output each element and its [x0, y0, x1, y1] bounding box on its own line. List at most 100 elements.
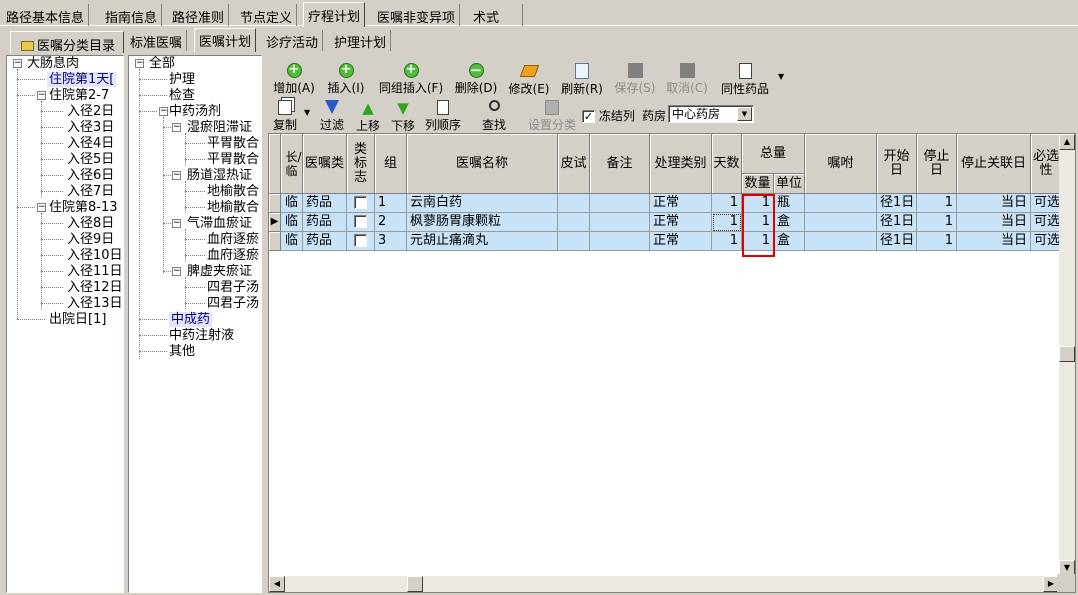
tree-node-prescription[interactable]: 四君子汤 [207, 296, 259, 312]
column-header-order-type[interactable]: 医嘱类 [303, 134, 347, 194]
checkbox[interactable] [354, 196, 367, 209]
checkbox[interactable]: ✓ [582, 110, 595, 123]
column-header-required[interactable]: 必选性 [1031, 134, 1061, 194]
delete-button[interactable]: − 删除(D) [453, 63, 499, 96]
tree-node-nursing[interactable]: 护理 [169, 72, 195, 88]
column-header-class-flag[interactable]: 类标志 [347, 134, 375, 194]
cell-order-name[interactable]: 元胡止痛滴丸 [407, 232, 558, 251]
tree-node-syndrome[interactable]: 气滞血瘀证 [187, 216, 252, 232]
tab-standard-orders[interactable]: 标准医嘱 [126, 30, 188, 51]
tree-node-group2[interactable]: 住院第8-13 [49, 200, 118, 216]
tree-node-other[interactable]: 其他 [169, 344, 195, 360]
tree-node-day[interactable]: 入径11日 [67, 264, 123, 280]
cell-required[interactable]: 可选 [1031, 194, 1061, 213]
column-header-group[interactable]: 组 [375, 134, 407, 194]
vertical-scrollbar[interactable]: ▲ ▼ [1059, 134, 1075, 576]
column-header-process-type[interactable]: 处理类别 [650, 134, 712, 194]
cell-unit[interactable]: 盒 [774, 213, 805, 232]
tab-path-basic-info[interactable]: 路径基本信息 [2, 4, 90, 26]
save-button[interactable]: 保存(S) [612, 63, 658, 96]
collapse-icon[interactable]: − [172, 267, 181, 276]
cell-stop-day[interactable]: 1 [917, 213, 957, 232]
cell-order-type[interactable]: 药品 [303, 232, 347, 251]
tree-node-day[interactable]: 入径10日 [67, 248, 123, 264]
column-header-total[interactable]: 总量 [742, 134, 805, 174]
tree-node-day[interactable]: 入径2日 [67, 104, 114, 120]
cell-qty[interactable]: 1 [742, 194, 774, 213]
cell-process-type[interactable]: 正常 [650, 194, 712, 213]
collapse-icon[interactable]: − [172, 219, 181, 228]
freeze-columns-checkbox[interactable]: ✓ 冻结列 [582, 107, 635, 124]
tree-node-discharge[interactable]: 出院日[1] [49, 312, 106, 328]
dropdown-arrow-icon[interactable]: ▼ [304, 108, 310, 117]
tree-node-day[interactable]: 入径5日 [67, 152, 114, 168]
cell-remark[interactable] [590, 213, 650, 232]
column-header-remark[interactable]: 备注 [590, 134, 650, 194]
column-header-unit[interactable]: 单位 [774, 174, 805, 194]
horizontal-scrollbar[interactable]: ◀ ▶ [269, 576, 1059, 592]
cell-skin-test[interactable] [558, 194, 590, 213]
cell-stop-link-day[interactable]: 当日 [957, 213, 1031, 232]
tab-clinical-activities[interactable]: 诊疗活动 [262, 30, 324, 51]
tree-node-prescription[interactable]: 地榆散合 [207, 184, 259, 200]
move-down-button[interactable]: ▼ 下移 [389, 100, 417, 134]
cell-start-day[interactable]: 径1日 [877, 232, 917, 251]
row-indicator[interactable] [269, 194, 281, 213]
cancel-button[interactable]: 取消(C) [664, 63, 710, 96]
tree-node-day[interactable]: 入径12日 [67, 280, 123, 296]
tree-node-patent-medicine[interactable]: 中成药 [169, 312, 213, 328]
cell-process-type[interactable]: 正常 [650, 213, 712, 232]
add-button[interactable]: + 增加(A) [272, 63, 316, 96]
modify-button[interactable]: 修改(E) [506, 63, 552, 97]
collapse-icon[interactable]: − [159, 107, 168, 116]
scroll-up-icon[interactable]: ▲ [1059, 134, 1075, 150]
cell-group[interactable]: 1 [375, 194, 407, 213]
cell-unit[interactable]: 盒 [774, 232, 805, 251]
chevron-down-icon[interactable]: ▼ [737, 107, 752, 121]
cell-order-type[interactable]: 药品 [303, 194, 347, 213]
column-header-stop-link-day[interactable]: 停止关联日 [957, 134, 1031, 194]
tree-node-day[interactable]: 入径4日 [67, 136, 114, 152]
cell-stop-day[interactable]: 1 [917, 194, 957, 213]
cell-instruction[interactable] [805, 213, 877, 232]
tab-order-non-variant[interactable]: 医嘱非变异项 [373, 4, 461, 26]
tree-node-prescription[interactable]: 平胃散合 [207, 136, 259, 152]
refresh-button[interactable]: 刷新(R) [560, 63, 604, 97]
cell-required[interactable]: 可选 [1031, 232, 1061, 251]
tab-treatment-plan[interactable]: 疗程计划 [303, 2, 366, 27]
tab-path-criteria[interactable]: 路径准则 [168, 4, 230, 26]
current-row-indicator-icon[interactable]: ▶ [269, 213, 281, 232]
cell-unit[interactable]: 瓶 [774, 194, 805, 213]
insert-button[interactable]: + 插入(I) [323, 63, 369, 96]
tree-node-syndrome[interactable]: 脾虚夹瘀证 [187, 264, 252, 280]
pharmacy-select[interactable]: 中心药房 ▼ [668, 105, 754, 123]
cell-group[interactable]: 3 [375, 232, 407, 251]
cell-days[interactable]: 1 [712, 213, 742, 232]
cell-order-type[interactable]: 药品 [303, 213, 347, 232]
column-order-button[interactable]: 列顺序 [424, 100, 462, 133]
cell-start-day[interactable]: 径1日 [877, 194, 917, 213]
column-header-days[interactable]: 天数 [712, 134, 742, 194]
cell-required[interactable]: 可选 [1031, 213, 1061, 232]
cell-qty[interactable]: 1 [742, 232, 774, 251]
column-header-long-temp[interactable]: 长/临 [281, 134, 303, 194]
tree-node-syndrome[interactable]: 湿瘀阻滞证 [187, 120, 252, 136]
tree-node-prescription[interactable]: 平胃散合 [207, 152, 259, 168]
tree-node-day1[interactable]: 住院第1天[ [47, 72, 117, 88]
tree-node-day[interactable]: 入径8日 [67, 216, 114, 232]
column-header-instruction[interactable]: 嘱咐 [805, 134, 877, 194]
cell-long-temp[interactable]: 临 [281, 213, 303, 232]
cell-class-flag[interactable] [347, 213, 375, 232]
vertical-scroll-thumb[interactable] [1059, 346, 1075, 362]
tree-node-prescription[interactable]: 四君子汤 [207, 280, 259, 296]
column-header-qty[interactable]: 数量 [742, 174, 774, 194]
tab-surgery[interactable]: 术式 [469, 4, 523, 26]
dropdown-arrow-icon[interactable]: ▼ [778, 72, 784, 81]
cell-days[interactable]: 1 [712, 194, 742, 213]
collapse-icon[interactable]: − [172, 123, 181, 132]
cell-group[interactable]: 2 [375, 213, 407, 232]
checkbox[interactable] [354, 234, 367, 247]
filter-button[interactable]: 过滤 [318, 100, 346, 133]
tree-node-syndrome[interactable]: 肠道湿热证 [187, 168, 252, 184]
tree-node-prescription[interactable]: 血府逐瘀 [207, 232, 259, 248]
